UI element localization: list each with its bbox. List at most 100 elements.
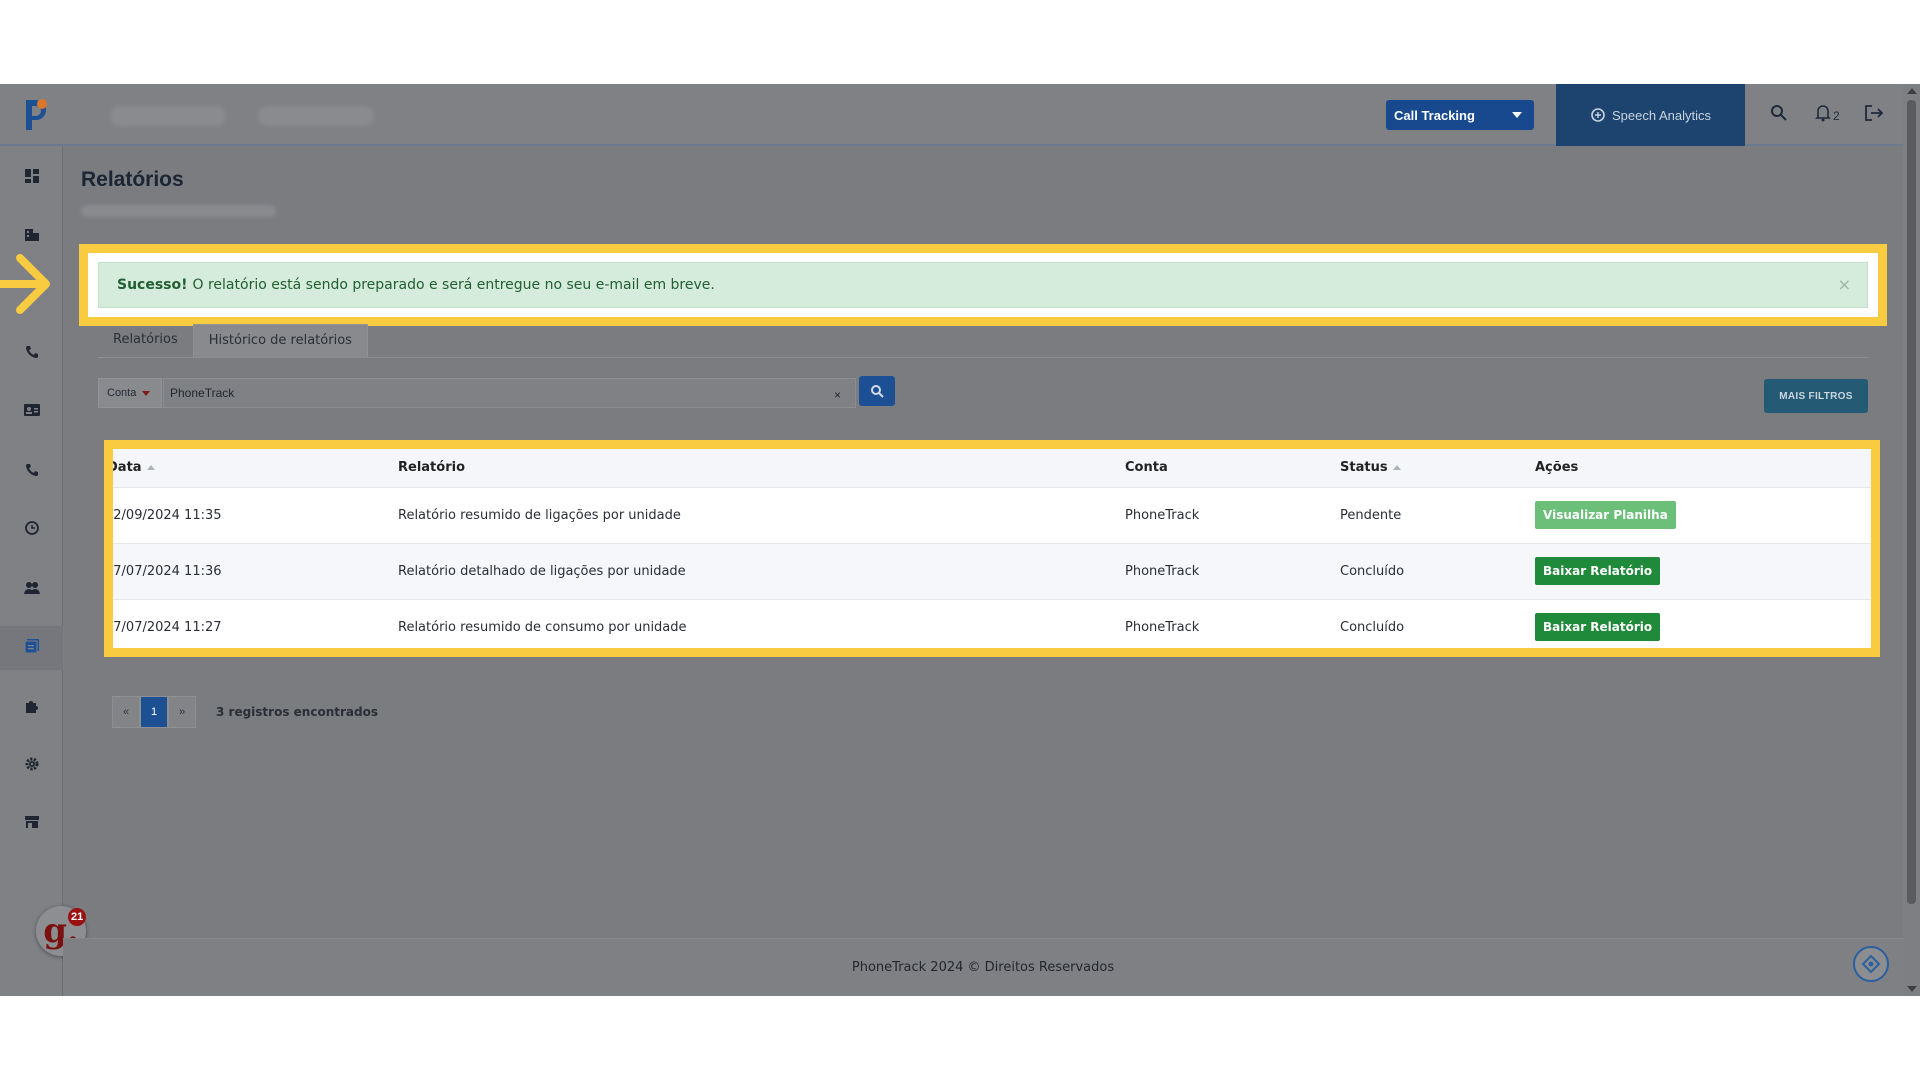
phonetrack-logo[interactable] xyxy=(20,96,52,134)
breadcrumb xyxy=(81,205,276,217)
sort-icon xyxy=(1392,465,1401,471)
sidebar-item-integrations[interactable] xyxy=(22,696,42,716)
phone-icon xyxy=(25,464,38,477)
tab-bar: Relatórios Histórico de relatórios xyxy=(98,324,368,358)
scrollbar-thumb[interactable] xyxy=(1907,100,1916,904)
app-window: Call Tracking Speech Analytics 2 g. 21 R… xyxy=(0,84,1920,996)
download-report-button[interactable]: Baixar Relatório xyxy=(1535,557,1661,585)
column-header-acoes: Ações xyxy=(1535,449,1871,488)
column-header-label: Status xyxy=(1340,460,1388,476)
more-filters-button[interactable]: MAIS FILTROS xyxy=(1764,379,1868,413)
page-title: Relatórios xyxy=(81,168,184,191)
pagination-next[interactable]: » xyxy=(168,696,196,728)
date-text: 17/07/2024 11:27 xyxy=(105,619,222,635)
cell-conta: PhoneTrack xyxy=(1125,543,1340,600)
scroll-down-arrow-icon[interactable] xyxy=(1907,986,1917,992)
top-bar: Call Tracking Speech Analytics 2 xyxy=(0,84,1920,146)
speech-analytics-icon xyxy=(1591,108,1605,122)
close-icon[interactable]: × xyxy=(1838,275,1851,294)
sidebar-item-users[interactable] xyxy=(22,578,42,598)
search-button[interactable] xyxy=(859,376,895,406)
highlight-box-table: Data Relatório Conta Status Ações 12/09/… xyxy=(104,440,1880,657)
tab-relatorios[interactable]: Relatórios xyxy=(98,324,193,358)
building-icon xyxy=(25,229,39,241)
phone-icon xyxy=(25,346,38,359)
search-icon[interactable] xyxy=(1770,104,1788,122)
download-report-button[interactable]: Baixar Relatório xyxy=(1535,613,1661,641)
cell-data: 17/07/2024 11:36 xyxy=(113,543,398,600)
logout-icon[interactable] xyxy=(1864,104,1884,122)
table-row: 12/09/2024 11:35 Relatório resumido de l… xyxy=(113,487,1871,544)
success-alert: Sucesso! O relatório está sendo preparad… xyxy=(98,262,1868,308)
sidebar-item-settings[interactable] xyxy=(22,754,42,774)
notification-count: 2 xyxy=(1833,109,1840,123)
alert-title: Sucesso! xyxy=(117,277,188,293)
sidebar-item-dashboard[interactable] xyxy=(22,166,42,186)
cell-relatorio: Relatório resumido de ligações por unida… xyxy=(398,487,1125,544)
footer-text: PhoneTrack 2024 © Direitos Reservados xyxy=(851,960,1115,975)
cell-data: 17/07/2024 11:27 xyxy=(113,599,398,648)
speech-analytics-button[interactable]: Speech Analytics xyxy=(1556,84,1745,146)
blurred-menu-item xyxy=(110,106,226,126)
table-row: 17/07/2024 11:27 Relatório resumido de c… xyxy=(113,599,1871,648)
store-icon xyxy=(25,816,39,828)
arrow-pointer-icon xyxy=(0,254,50,314)
filter-field-select[interactable]: Conta xyxy=(98,378,162,408)
support-widget-button[interactable] xyxy=(1853,946,1889,982)
sidebar-item-contacts[interactable] xyxy=(22,400,42,420)
contact-card-icon xyxy=(24,404,40,416)
speech-analytics-label: Speech Analytics xyxy=(1611,107,1711,123)
sidebar-item-history[interactable] xyxy=(22,518,42,538)
footer: PhoneTrack 2024 © Direitos Reservados xyxy=(63,938,1903,996)
blurred-menu-item xyxy=(258,106,374,126)
call-tracking-label: Call Tracking xyxy=(1394,107,1475,123)
scroll-up-arrow-icon[interactable] xyxy=(1907,88,1917,94)
sidebar-item-companies[interactable] xyxy=(22,224,42,244)
view-spreadsheet-button[interactable]: Visualizar Planilha xyxy=(1535,501,1676,529)
alert-message: O relatório está sendo preparado e será … xyxy=(192,277,715,293)
chevron-down-icon xyxy=(1512,112,1522,118)
users-icon xyxy=(24,582,40,594)
records-count: 3 registros encontrados xyxy=(216,705,378,719)
gear-icon xyxy=(25,757,39,771)
cell-status: Pendente xyxy=(1340,487,1535,544)
pagination-page[interactable]: 1 xyxy=(140,696,168,728)
sidebar-item-tracking[interactable] xyxy=(22,460,42,480)
sidebar-item-calls[interactable] xyxy=(22,342,42,362)
cell-conta: PhoneTrack xyxy=(1125,487,1340,544)
dashboard-icon xyxy=(25,169,39,183)
cell-acoes: Baixar Relatório xyxy=(1535,599,1871,648)
reports-table: Data Relatório Conta Status Ações 12/09/… xyxy=(113,449,1871,648)
cell-relatorio: Relatório detalhado de ligações por unid… xyxy=(398,543,1125,600)
reports-icon xyxy=(25,639,39,653)
tab-historico[interactable]: Histórico de relatórios xyxy=(192,324,368,358)
sidebar-item-store[interactable] xyxy=(22,812,42,832)
table-header-row: Data Relatório Conta Status Ações xyxy=(113,449,1871,488)
column-header-conta: Conta xyxy=(1125,449,1340,488)
column-header-relatorio: Relatório xyxy=(398,449,1125,488)
account-filter-input[interactable]: PhoneTrack × xyxy=(163,378,856,408)
cell-acoes: Baixar Relatório xyxy=(1535,543,1871,600)
cell-acoes: Visualizar Planilha xyxy=(1535,487,1871,544)
tab-divider xyxy=(98,357,1868,358)
column-header-data[interactable]: Data xyxy=(113,449,398,488)
search-icon xyxy=(871,385,884,398)
pagination: « 1 » 3 registros encontrados xyxy=(112,696,378,728)
pagination-prev[interactable]: « xyxy=(112,696,140,728)
cell-relatorio: Relatório resumido de consumo por unidad… xyxy=(398,599,1125,648)
puzzle-icon xyxy=(26,701,38,713)
clear-icon[interactable]: × xyxy=(834,388,841,402)
table-row: 17/07/2024 11:36 Relatório detalhado de … xyxy=(113,543,1871,600)
bell-icon[interactable] xyxy=(1814,104,1832,122)
sort-icon xyxy=(146,465,155,471)
call-tracking-dropdown[interactable]: Call Tracking xyxy=(1386,100,1534,130)
filter-field-label: Conta xyxy=(107,387,137,399)
scrollbar[interactable] xyxy=(1903,84,1920,996)
account-filter-value: PhoneTrack xyxy=(170,386,235,400)
cell-conta: PhoneTrack xyxy=(1125,599,1340,648)
column-header-status[interactable]: Status xyxy=(1340,449,1535,488)
column-header-label: Data xyxy=(107,460,142,476)
sidebar-item-reports[interactable] xyxy=(22,636,42,656)
cell-status: Concluído xyxy=(1340,543,1535,600)
date-text: 12/09/2024 11:35 xyxy=(105,507,222,523)
